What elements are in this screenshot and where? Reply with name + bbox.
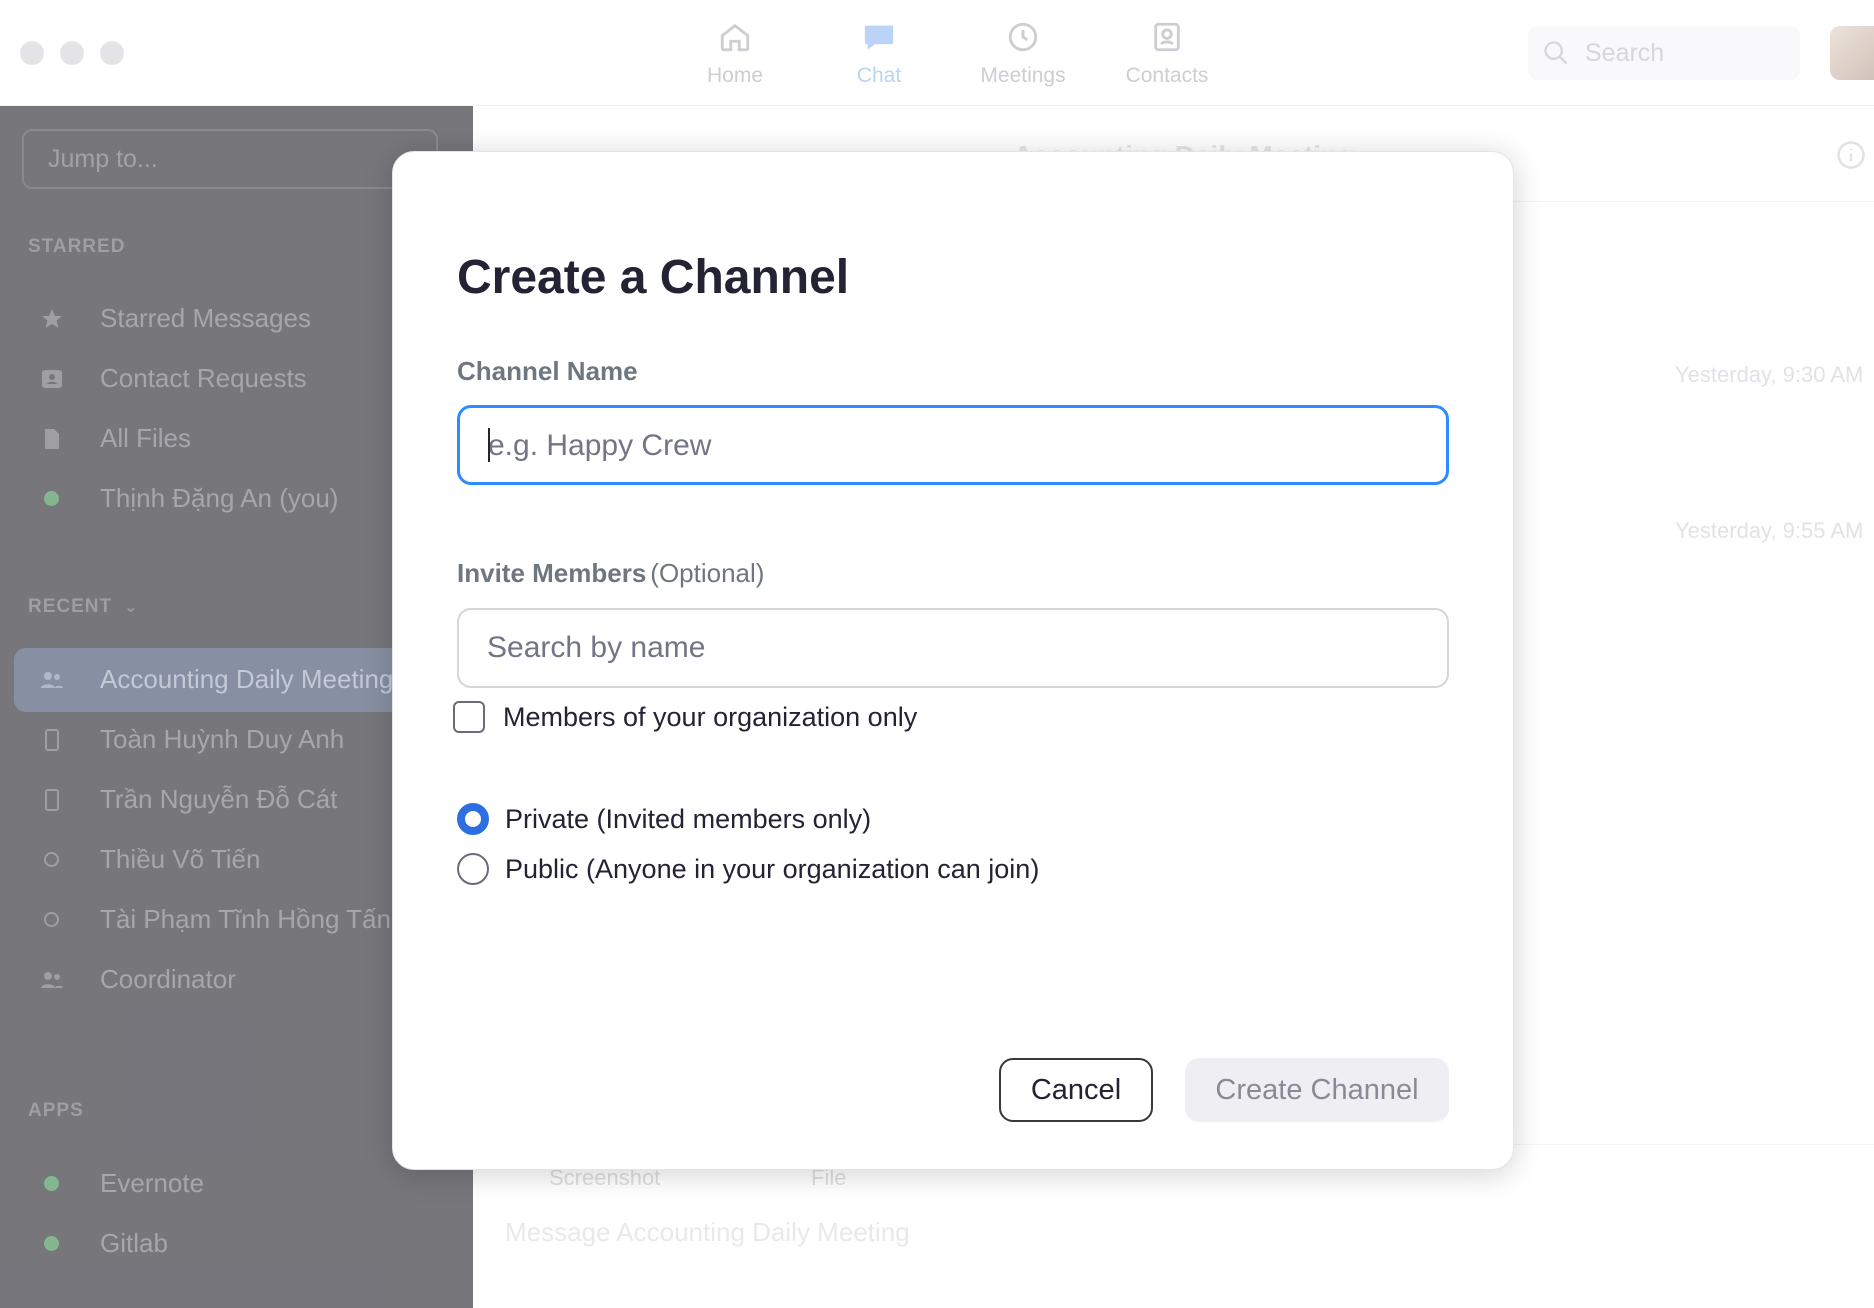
channel-name-placeholder: e.g. Happy Crew	[488, 429, 712, 462]
invite-optional-text: (Optional)	[650, 558, 765, 588]
private-label: Private (Invited members only)	[505, 804, 872, 834]
channel-name-input[interactable]: e.g. Happy Crew	[457, 405, 1449, 485]
dialog-title: Create a Channel	[457, 251, 850, 304]
cancel-button[interactable]: Cancel	[999, 1058, 1153, 1122]
invite-members-label: Invite Members (Optional)	[457, 558, 764, 589]
org-only-checkbox[interactable]	[453, 701, 485, 733]
create-channel-button[interactable]: Create Channel	[1185, 1058, 1449, 1122]
create-channel-dialog: Create a Channel Channel Name e.g. Happy…	[392, 151, 1514, 1170]
private-radio[interactable]	[457, 803, 489, 835]
invite-members-text: Invite Members	[457, 558, 647, 588]
text-caret	[488, 428, 490, 463]
invite-members-input[interactable]: Search by name	[457, 608, 1449, 688]
invite-members-placeholder: Search by name	[487, 631, 706, 664]
org-only-label: Members of your organization only	[503, 702, 918, 732]
channel-name-label: Channel Name	[457, 356, 638, 386]
public-label: Public (Anyone in your organization can …	[505, 854, 1040, 884]
public-radio[interactable]	[457, 853, 489, 885]
